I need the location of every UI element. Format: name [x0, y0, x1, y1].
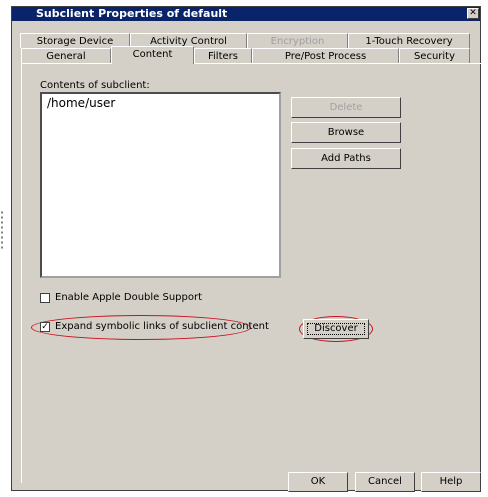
left-edge-marker [0, 210, 4, 250]
apple-double-label: Enable Apple Double Support [55, 292, 203, 303]
browse-button[interactable]: Browse [291, 122, 401, 143]
discover-button[interactable]: Discover [303, 319, 369, 339]
tab-encryption: Encryption [247, 33, 348, 48]
help-button[interactable]: Help [421, 472, 481, 492]
focus-ring [307, 323, 365, 335]
ok-button[interactable]: OK [288, 472, 348, 492]
expand-symlinks-checkbox[interactable]: ✓ [40, 322, 50, 332]
expand-symlinks-label: Expand symbolic links of subclient conte… [55, 321, 269, 332]
tab-1-touch-recovery[interactable]: 1-Touch Recovery [348, 33, 470, 48]
tab-filters[interactable]: Filters [194, 48, 252, 63]
add-paths-button[interactable]: Add Paths [291, 148, 401, 169]
dialog-titlebar: Subclient Properties of default ✕ [12, 7, 480, 21]
close-button[interactable]: ✕ [467, 8, 479, 19]
contents-label: Contents of subclient: [40, 80, 150, 91]
tab-content[interactable]: Content [111, 46, 194, 64]
tab-security[interactable]: Security [399, 48, 470, 63]
tab-general[interactable]: General [21, 48, 111, 63]
cancel-button[interactable]: Cancel [355, 472, 415, 492]
subclient-content-list[interactable]: /home/user [40, 92, 281, 278]
delete-button[interactable]: Delete [291, 97, 401, 118]
list-item[interactable]: /home/user [47, 96, 274, 110]
dialog-title: Subclient Properties of default [36, 7, 228, 20]
tab-pre-post-process[interactable]: Pre/Post Process [252, 48, 399, 63]
apple-double-checkbox[interactable] [40, 293, 50, 303]
